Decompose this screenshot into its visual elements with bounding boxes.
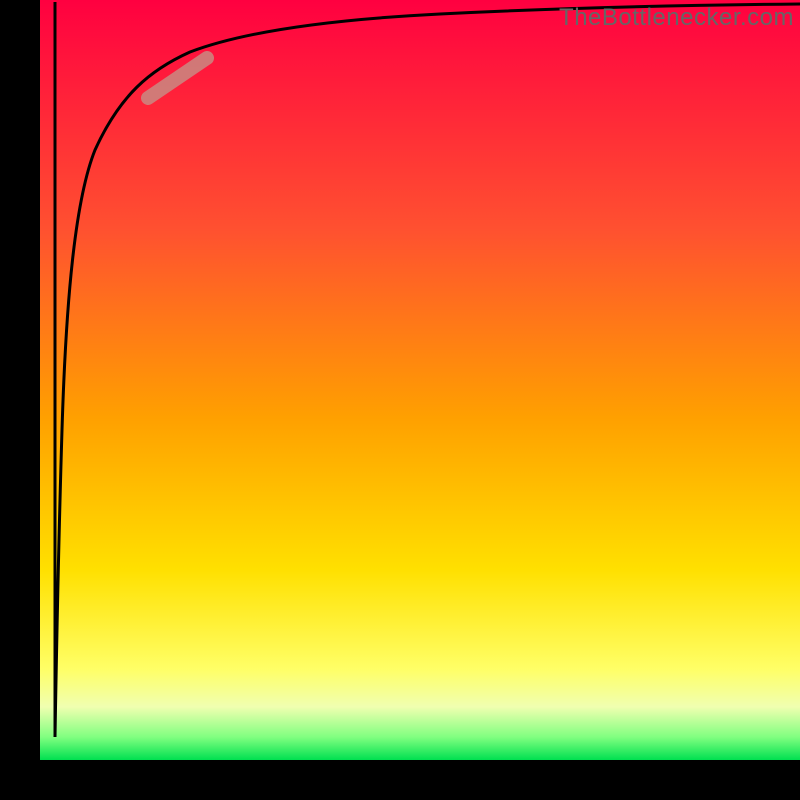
plot-area — [40, 0, 800, 760]
bottleneck-curve — [55, 2, 800, 737]
chart-frame: TheBottlenecker.com — [0, 0, 800, 800]
y-axis-band — [0, 0, 40, 800]
curve-highlight — [148, 58, 207, 98]
x-axis-band — [0, 760, 800, 800]
attribution-text: TheBottlenecker.com — [559, 4, 794, 32]
curve-layer — [40, 0, 800, 760]
